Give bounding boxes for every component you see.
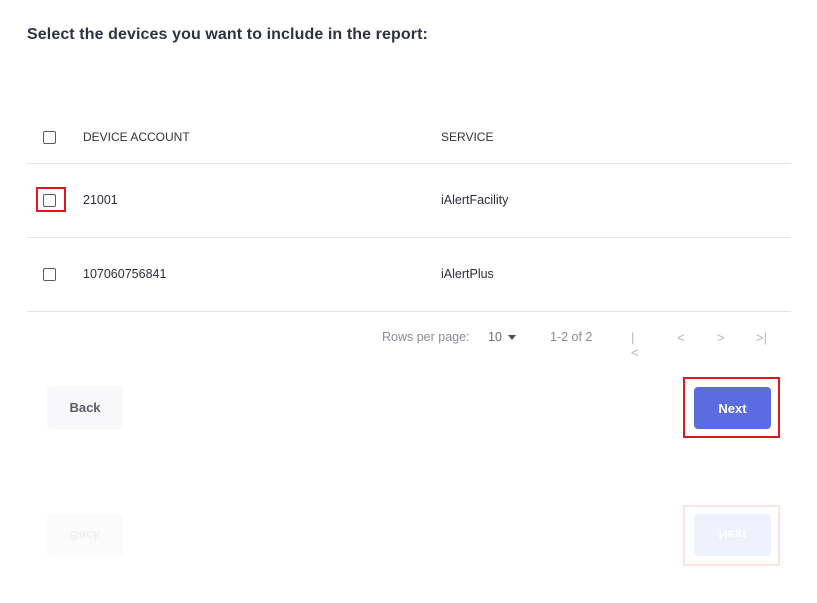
rows-per-page-value: 10 (488, 330, 502, 344)
checkbox-highlight-box (36, 187, 66, 212)
table-header-row: DEVICE ACCOUNT SERVICE (27, 110, 791, 164)
page-title: Select the devices you want to include i… (27, 26, 428, 43)
device-account-cell: 21001 (83, 193, 118, 207)
back-button[interactable]: Back (47, 386, 123, 429)
service-cell: iAlertFacility (441, 193, 509, 207)
table-row[interactable]: 107060756841 iAlertPlus (27, 238, 791, 312)
button-reflection: Back Next (0, 500, 817, 603)
service-cell: iAlertPlus (441, 267, 494, 281)
chevron-left-icon[interactable]: < (677, 330, 685, 345)
rows-per-page-select[interactable]: 10 (488, 330, 516, 344)
device-account-cell: 107060756841 (83, 267, 167, 281)
next-button-highlight-box (683, 377, 780, 438)
last-page-icon[interactable]: >| (756, 330, 767, 345)
rows-per-page-label: Rows per page: (382, 330, 470, 344)
next-button-reflection: Next (694, 514, 771, 556)
device-table: DEVICE ACCOUNT SERVICE 21001 iAlertFacil… (27, 110, 791, 312)
caret-down-icon (507, 335, 516, 341)
row-checkbox[interactable] (43, 268, 56, 281)
pagination-range: 1-2 of 2 (550, 330, 593, 344)
column-header-service[interactable]: SERVICE (441, 130, 493, 144)
table-row[interactable]: 21001 iAlertFacility (27, 164, 791, 238)
first-page-icon[interactable]: |< (631, 330, 639, 360)
back-button-reflection: Back (47, 514, 123, 557)
chevron-right-icon[interactable]: > (717, 330, 725, 345)
column-header-device-account[interactable]: DEVICE ACCOUNT (83, 130, 190, 144)
select-all-checkbox[interactable] (43, 131, 56, 144)
next-highlight-reflection (683, 505, 780, 566)
